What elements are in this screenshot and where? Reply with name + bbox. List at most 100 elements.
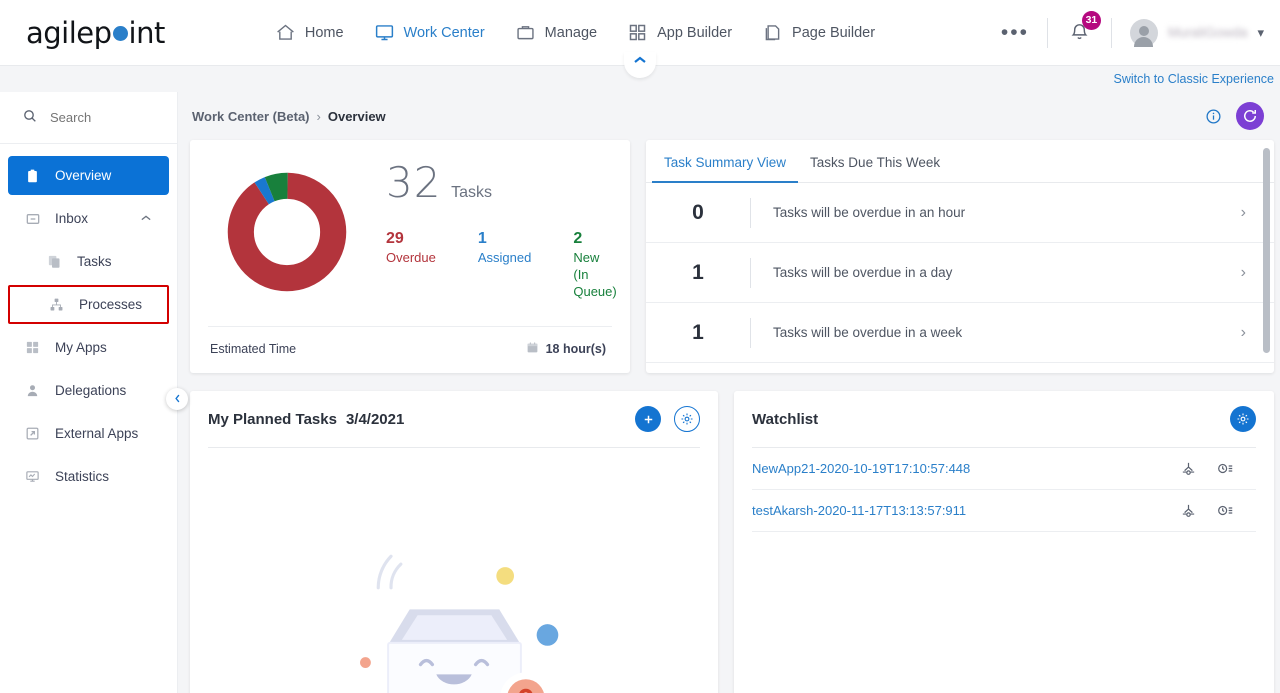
watchlist-item-link[interactable]: testAkarsh-2020-11-17T13:13:57:911 [752, 503, 966, 518]
planned-actions [635, 406, 700, 432]
planned-empty-state: 0 [208, 448, 700, 693]
logo-text-second: int [128, 15, 166, 50]
watchlist-actions [1230, 406, 1256, 432]
search-input[interactable] [50, 110, 140, 125]
header-right-tools: ••• 31 MuraliGowda ▾ [983, 10, 1264, 48]
task-card-scrollbar[interactable] [1263, 148, 1270, 353]
sidebar-label-statistics: Statistics [55, 469, 110, 484]
stat-new[interactable]: 2 New (In Queue) [573, 229, 616, 300]
total-tasks-label: Tasks [451, 184, 492, 201]
nav-label-app-builder: App Builder [657, 24, 733, 41]
top-cards-row: 32 Tasks 29 Overdue 1 Assigned 2 New (In… [190, 140, 1274, 373]
sidebar-item-tasks[interactable]: Tasks [8, 242, 169, 281]
sidebar-item-overview[interactable]: Overview [8, 156, 169, 195]
watchlist-row-actions [1180, 502, 1256, 519]
task-stats: 29 Overdue 1 Assigned 2 New (In Queue) [386, 229, 617, 300]
chevron-right-icon[interactable]: › [1241, 324, 1246, 342]
info-icon[interactable] [1205, 108, 1222, 125]
watchlist-row: testAkarsh-2020-11-17T13:13:57:911 [752, 490, 1256, 532]
chevron-right-icon[interactable]: › [1241, 264, 1246, 282]
sidebar-label-processes: Processes [79, 297, 143, 312]
chevron-right-icon[interactable]: › [1241, 204, 1246, 222]
nav-item-page-builder[interactable]: Page Builder [762, 22, 875, 43]
breadcrumb-separator: › [316, 108, 321, 124]
nav-item-home[interactable]: Home [275, 22, 344, 43]
chart-monitor-icon [24, 469, 41, 484]
nav-label-page-builder: Page Builder [792, 24, 876, 41]
tab-task-summary-view[interactable]: Task Summary View [652, 140, 799, 183]
logo-text-first: agilep [26, 15, 112, 50]
watchlist-row-actions [1180, 460, 1256, 477]
apps-grid-icon [24, 340, 41, 355]
task-row-week[interactable]: 1 Tasks will be overdue in a week › [646, 303, 1274, 363]
sitemap-icon [48, 297, 65, 312]
sidebar-label-inbox: Inbox [55, 211, 89, 226]
nav-item-manage[interactable]: Manage [515, 22, 597, 43]
tab-tasks-due-this-week[interactable]: Tasks Due This Week [798, 140, 952, 183]
logo-dot-icon [112, 26, 128, 41]
person-icon [24, 383, 41, 398]
totals-block: 32 Tasks 29 Overdue 1 Assigned 2 New (In… [360, 158, 617, 300]
more-options-button[interactable]: ••• [983, 22, 1047, 43]
task-summary-card: 32 Tasks 29 Overdue 1 Assigned 2 New (In… [190, 140, 630, 373]
sidebar-item-processes[interactable]: Processes [8, 285, 169, 324]
chevron-left-icon [172, 392, 183, 407]
task-text-hour: Tasks will be overdue in an hour [773, 205, 966, 220]
tasks-donut-chart [227, 172, 347, 292]
refresh-button[interactable] [1236, 102, 1264, 130]
inbox-icon [24, 211, 41, 227]
sidebar-collapse-toggle[interactable] [166, 388, 188, 410]
nav-item-work-center[interactable]: Work Center [374, 22, 485, 43]
watchlist-item-link[interactable]: NewApp21-2020-10-19T17:10:57:448 [752, 461, 970, 476]
switch-to-classic-link[interactable]: Switch to Classic Experience [1114, 72, 1274, 86]
estimated-time-row: Estimated Time 18 hour(s) [208, 326, 612, 373]
empty-count-badge: 0 [517, 684, 534, 693]
app-header: agilep int Home Work Center Manage App B… [0, 0, 1280, 78]
row-divider [750, 317, 751, 348]
page-layout: Overview Inbox [0, 92, 1280, 693]
nav-label-work-center: Work Center [403, 24, 485, 41]
stat-assigned-label: Assigned [477, 250, 532, 265]
notifications-button[interactable]: 31 [1048, 10, 1111, 46]
sidebar-item-inbox[interactable]: Inbox [8, 199, 169, 238]
nav-label-home: Home [304, 24, 344, 41]
home-icon [275, 22, 296, 43]
sidebar-item-delegations[interactable]: Delegations [8, 371, 169, 410]
process-diagram-icon[interactable] [1180, 502, 1197, 519]
history-icon[interactable] [1217, 502, 1234, 519]
history-icon[interactable] [1217, 460, 1234, 477]
sidebar-search[interactable] [0, 92, 177, 144]
sidebar-item-statistics[interactable]: Statistics [8, 457, 169, 496]
breadcrumb-root[interactable]: Work Center (Beta) [192, 109, 310, 124]
task-count-week: 1 [692, 320, 704, 344]
user-menu[interactable]: MuraliGowda ▾ [1112, 18, 1264, 47]
estimated-time-value-group: 18 hour(s) [526, 341, 606, 357]
stat-assigned-value: 1 [477, 230, 487, 247]
breadcrumb-current: Overview [327, 108, 386, 124]
sidebar-label-delegations: Delegations [55, 383, 127, 398]
task-count-hour: 0 [692, 200, 704, 224]
watchlist-header: Watchlist [752, 391, 1256, 447]
total-tasks-line: 32 Tasks [386, 158, 617, 207]
nav-label-manage: Manage [544, 24, 598, 41]
agilepoint-logo[interactable]: agilep int [26, 16, 165, 50]
main-content: Work Center (Beta) › Overview 32 Tasks 2… [178, 92, 1280, 693]
planned-settings-button[interactable] [674, 406, 700, 432]
sidebar-item-my-apps[interactable]: My Apps [8, 328, 169, 367]
process-diagram-icon[interactable] [1180, 460, 1197, 477]
task-card-tabs: Task Summary View Tasks Due This Week [646, 140, 1274, 183]
chevron-up-icon[interactable] [139, 211, 153, 226]
watchlist-settings-button[interactable] [1230, 406, 1256, 432]
bell-icon [1068, 23, 1091, 46]
stat-overdue[interactable]: 29 Overdue [386, 229, 436, 300]
add-planned-task-button[interactable] [635, 406, 661, 432]
sidebar-item-external-apps[interactable]: External Apps [8, 414, 169, 453]
stat-assigned[interactable]: 1 Assigned [478, 229, 531, 300]
task-row-day[interactable]: 1 Tasks will be overdue in a day › [646, 243, 1274, 303]
stat-new-value: 2 [573, 230, 583, 247]
total-tasks-count: 32 [386, 158, 442, 207]
nav-item-app-builder[interactable]: App Builder [627, 22, 732, 43]
task-row-hour[interactable]: 0 Tasks will be overdue in an hour › [646, 183, 1274, 243]
username-label: MuraliGowda [1167, 25, 1248, 40]
chevron-up-icon [632, 54, 648, 69]
